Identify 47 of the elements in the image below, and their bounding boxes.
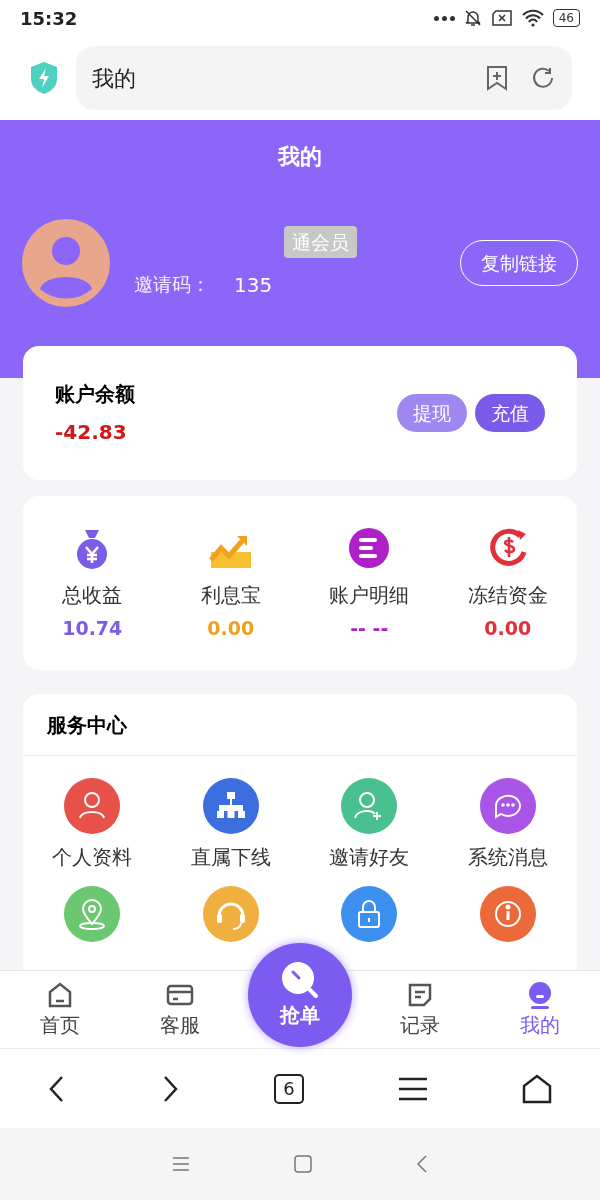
balance-button[interactable]: 充值 (475, 394, 545, 432)
page-title: 我的 (278, 143, 322, 171)
battery-level: 46 (552, 9, 580, 27)
service-label[interactable]: 邀请好友 (329, 842, 410, 872)
stat-label: 账户明细 (329, 581, 410, 609)
nav-tab[interactable]: 客服 (120, 971, 240, 1048)
add-person-icon[interactable] (341, 778, 398, 834)
service-label[interactable]: 直属下线 (190, 842, 271, 872)
stat-value: 0.00 (484, 615, 532, 641)
person-icon[interactable] (64, 778, 121, 834)
address-bar[interactable]: 我的 (76, 46, 572, 110)
stat-label: 总收益 (62, 581, 123, 609)
address-text: 我的 (92, 64, 137, 93)
wifi-icon (520, 9, 545, 27)
stat-value: 0.00 (207, 615, 255, 641)
stat-label: 冻结资金 (467, 581, 548, 609)
stat-value: -- -- (350, 615, 389, 641)
home-icon[interactable] (521, 1072, 554, 1105)
more-dots-icon (433, 15, 455, 21)
magnifier-icon (280, 960, 320, 1000)
tabs-count-button[interactable]: 6 (274, 1073, 304, 1104)
invite-code: 135 (234, 272, 273, 300)
refresh-icon[interactable] (530, 65, 556, 91)
clock: 15:32 (20, 6, 78, 31)
section-title: 服务中心 (23, 694, 577, 756)
nav-tab[interactable]: 我的 (480, 971, 600, 1048)
chat-bubble-icon[interactable] (479, 778, 536, 834)
balance-label: 账户余额 (55, 381, 136, 408)
grab-order-button[interactable]: 抢单 (248, 943, 352, 1047)
avatar-icon (22, 219, 110, 307)
location-pin-icon[interactable] (64, 886, 121, 942)
info-icon[interactable] (479, 886, 536, 942)
balance-value: -42.83 (55, 419, 128, 446)
stat-value: 10.74 (62, 615, 123, 641)
muted-bell-icon (462, 8, 483, 28)
square-icon[interactable] (294, 1155, 312, 1173)
org-chart-icon[interactable] (202, 778, 259, 834)
nav-tab[interactable]: 首页 (0, 971, 120, 1048)
sim-off-icon (490, 9, 513, 27)
service-label[interactable]: 个人资料 (52, 842, 133, 872)
invite-label: 邀请码： (134, 272, 210, 298)
stat-label: 利息宝 (200, 581, 261, 609)
nav-tab[interactable]: 记录 (360, 971, 480, 1048)
menu-icon[interactable] (397, 1075, 428, 1102)
lock-icon[interactable] (341, 886, 398, 942)
add-bookmark-icon[interactable] (484, 64, 510, 92)
service-label[interactable]: 系统消息 (467, 842, 548, 872)
